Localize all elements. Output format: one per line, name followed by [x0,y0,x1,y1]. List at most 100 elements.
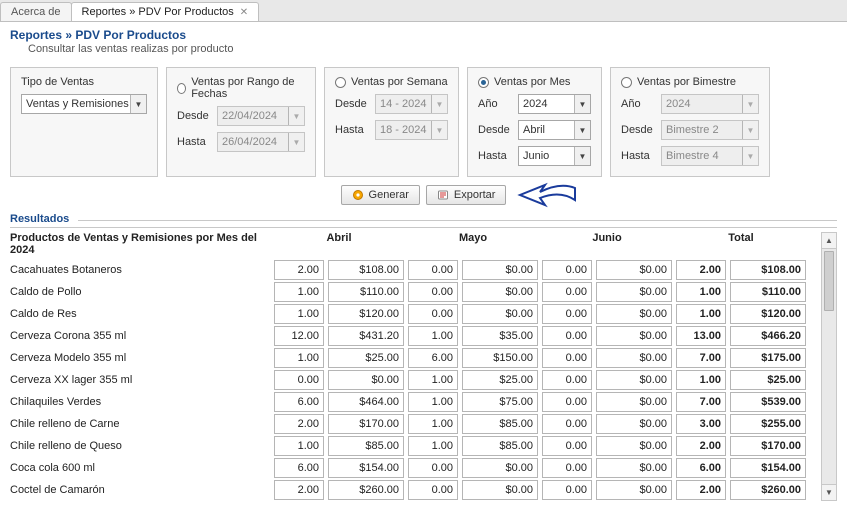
qty-cell[interactable]: 0.00 [542,260,592,280]
bim-hasta-select[interactable]: Bimestre 4 ▼ [661,146,759,166]
total-money-cell[interactable]: $25.00 [730,370,806,390]
vertical-scrollbar[interactable]: ▲ ▼ [821,232,837,501]
qty-cell[interactable]: 0.00 [408,260,458,280]
rango-hasta-date[interactable]: 26/04/2024 ▼ [217,132,305,152]
total-money-cell[interactable]: $466.20 [730,326,806,346]
qty-cell[interactable]: 2.00 [274,260,324,280]
qty-cell[interactable]: 6.00 [408,348,458,368]
money-cell[interactable]: $110.00 [328,282,404,302]
money-cell[interactable]: $108.00 [328,260,404,280]
money-cell[interactable]: $0.00 [462,282,538,302]
money-cell[interactable]: $120.00 [328,304,404,324]
money-cell[interactable]: $0.00 [596,436,672,456]
money-cell[interactable]: $0.00 [462,480,538,500]
total-qty-cell[interactable]: 2.00 [676,436,726,456]
qty-cell[interactable]: 1.00 [274,304,324,324]
scroll-thumb[interactable] [824,251,834,311]
total-qty-cell[interactable]: 7.00 [676,392,726,412]
total-money-cell[interactable]: $154.00 [730,458,806,478]
money-cell[interactable]: $464.00 [328,392,404,412]
total-qty-cell[interactable]: 1.00 [676,282,726,302]
qty-cell[interactable]: 0.00 [274,370,324,390]
tab-acerca-de[interactable]: Acerca de [0,2,72,21]
radio-semana[interactable]: Ventas por Semana [335,76,448,88]
money-cell[interactable]: $260.00 [328,480,404,500]
qty-cell[interactable]: 0.00 [542,392,592,412]
qty-cell[interactable]: 0.00 [542,436,592,456]
qty-cell[interactable]: 12.00 [274,326,324,346]
total-qty-cell[interactable]: 2.00 [676,260,726,280]
money-cell[interactable]: $85.00 [462,436,538,456]
qty-cell[interactable]: 2.00 [274,480,324,500]
money-cell[interactable]: $85.00 [328,436,404,456]
total-money-cell[interactable]: $260.00 [730,480,806,500]
money-cell[interactable]: $0.00 [596,392,672,412]
radio-mes[interactable]: Ventas por Mes [478,76,591,88]
qty-cell[interactable]: 0.00 [542,458,592,478]
total-money-cell[interactable]: $255.00 [730,414,806,434]
qty-cell[interactable]: 0.00 [408,282,458,302]
money-cell[interactable]: $0.00 [596,326,672,346]
qty-cell[interactable]: 1.00 [274,436,324,456]
tab-reportes-pdv-productos[interactable]: Reportes » PDV Por Productos ✕ [71,2,260,21]
money-cell[interactable]: $0.00 [596,480,672,500]
qty-cell[interactable]: 2.00 [274,414,324,434]
qty-cell[interactable]: 1.00 [408,414,458,434]
qty-cell[interactable]: 0.00 [408,304,458,324]
mes-desde-select[interactable]: Abril ▼ [518,120,591,140]
qty-cell[interactable]: 0.00 [542,370,592,390]
total-qty-cell[interactable]: 13.00 [676,326,726,346]
qty-cell[interactable]: 1.00 [408,326,458,346]
qty-cell[interactable]: 0.00 [542,304,592,324]
money-cell[interactable]: $35.00 [462,326,538,346]
tipo-ventas-select[interactable]: Ventas y Remisiones ▼ [21,94,147,114]
money-cell[interactable]: $431.20 [328,326,404,346]
qty-cell[interactable]: 6.00 [274,458,324,478]
money-cell[interactable]: $0.00 [596,458,672,478]
exportar-button[interactable]: Exportar [426,185,507,205]
total-money-cell[interactable]: $170.00 [730,436,806,456]
money-cell[interactable]: $25.00 [462,370,538,390]
money-cell[interactable]: $0.00 [462,458,538,478]
rango-desde-date[interactable]: 22/04/2024 ▼ [217,106,305,126]
qty-cell[interactable]: 1.00 [274,348,324,368]
total-money-cell[interactable]: $539.00 [730,392,806,412]
qty-cell[interactable]: 0.00 [408,458,458,478]
qty-cell[interactable]: 1.00 [274,282,324,302]
qty-cell[interactable]: 0.00 [542,326,592,346]
total-qty-cell[interactable]: 7.00 [676,348,726,368]
money-cell[interactable]: $0.00 [596,414,672,434]
generar-button[interactable]: Generar [341,185,420,205]
mes-hasta-select[interactable]: Junio ▼ [518,146,591,166]
semana-desde-select[interactable]: 14 - 2024 ▼ [375,94,448,114]
money-cell[interactable]: $0.00 [328,370,404,390]
total-qty-cell[interactable]: 3.00 [676,414,726,434]
money-cell[interactable]: $25.00 [328,348,404,368]
mes-anio-select[interactable]: 2024 ▼ [518,94,591,114]
bim-desde-select[interactable]: Bimestre 2 ▼ [661,120,759,140]
qty-cell[interactable]: 6.00 [274,392,324,412]
money-cell[interactable]: $0.00 [596,348,672,368]
money-cell[interactable]: $0.00 [462,260,538,280]
money-cell[interactable]: $0.00 [462,304,538,324]
total-qty-cell[interactable]: 2.00 [676,480,726,500]
qty-cell[interactable]: 1.00 [408,392,458,412]
scroll-down-icon[interactable]: ▼ [822,484,836,500]
radio-rango-fechas[interactable]: Ventas por Rango de Fechas [177,76,305,100]
money-cell[interactable]: $0.00 [596,370,672,390]
money-cell[interactable]: $0.00 [596,282,672,302]
total-qty-cell[interactable]: 1.00 [676,370,726,390]
radio-bimestre[interactable]: Ventas por Bimestre [621,76,759,88]
total-money-cell[interactable]: $108.00 [730,260,806,280]
scroll-up-icon[interactable]: ▲ [822,233,836,249]
qty-cell[interactable]: 0.00 [542,414,592,434]
money-cell[interactable]: $75.00 [462,392,538,412]
total-money-cell[interactable]: $110.00 [730,282,806,302]
money-cell[interactable]: $150.00 [462,348,538,368]
qty-cell[interactable]: 0.00 [408,480,458,500]
qty-cell[interactable]: 1.00 [408,370,458,390]
money-cell[interactable]: $0.00 [596,260,672,280]
qty-cell[interactable]: 0.00 [542,480,592,500]
total-money-cell[interactable]: $120.00 [730,304,806,324]
close-icon[interactable]: ✕ [240,7,248,18]
